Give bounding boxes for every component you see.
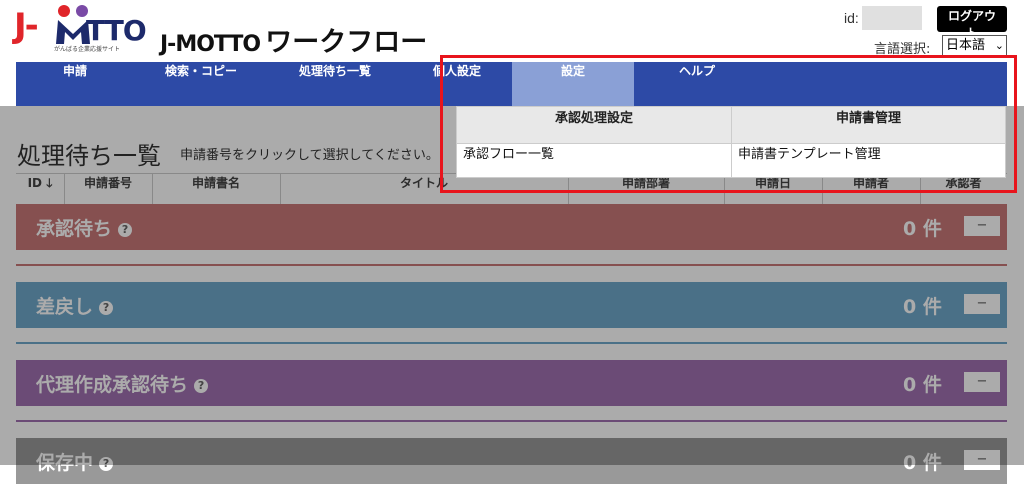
- user-id-value: [862, 6, 922, 30]
- language-value: 日本語: [946, 38, 986, 53]
- nav-item-pending-list[interactable]: 処理待ち一覧: [268, 62, 402, 106]
- nav-item-apply[interactable]: 申請: [16, 62, 134, 106]
- logo-letter: J-: [14, 6, 39, 46]
- app-title-main: ワークフロー: [265, 27, 428, 58]
- language-select[interactable]: 日本語 ⌄: [942, 35, 1007, 57]
- user-id-label: id:: [844, 10, 859, 26]
- app-title-prefix: J-MOTTO: [160, 32, 261, 57]
- logo-tagline: がんばる企業応援サイト: [54, 46, 121, 53]
- chevron-down-icon: ⌄: [994, 39, 1004, 52]
- logo-text: TTO: [86, 14, 147, 47]
- logout-button[interactable]: ログアウト: [937, 6, 1007, 40]
- app-title: J-MOTTO ワークフロー: [160, 20, 427, 59]
- annotation-highlight-box: [440, 55, 1017, 193]
- header: J- TTO がんばる企業応援サイト J-MOTTO ワークフロー id: ログ…: [0, 0, 1024, 62]
- jmotto-logo[interactable]: J- TTO がんばる企業応援サイト: [14, 2, 147, 54]
- nav-item-search-copy[interactable]: 検索・コピー: [134, 62, 268, 106]
